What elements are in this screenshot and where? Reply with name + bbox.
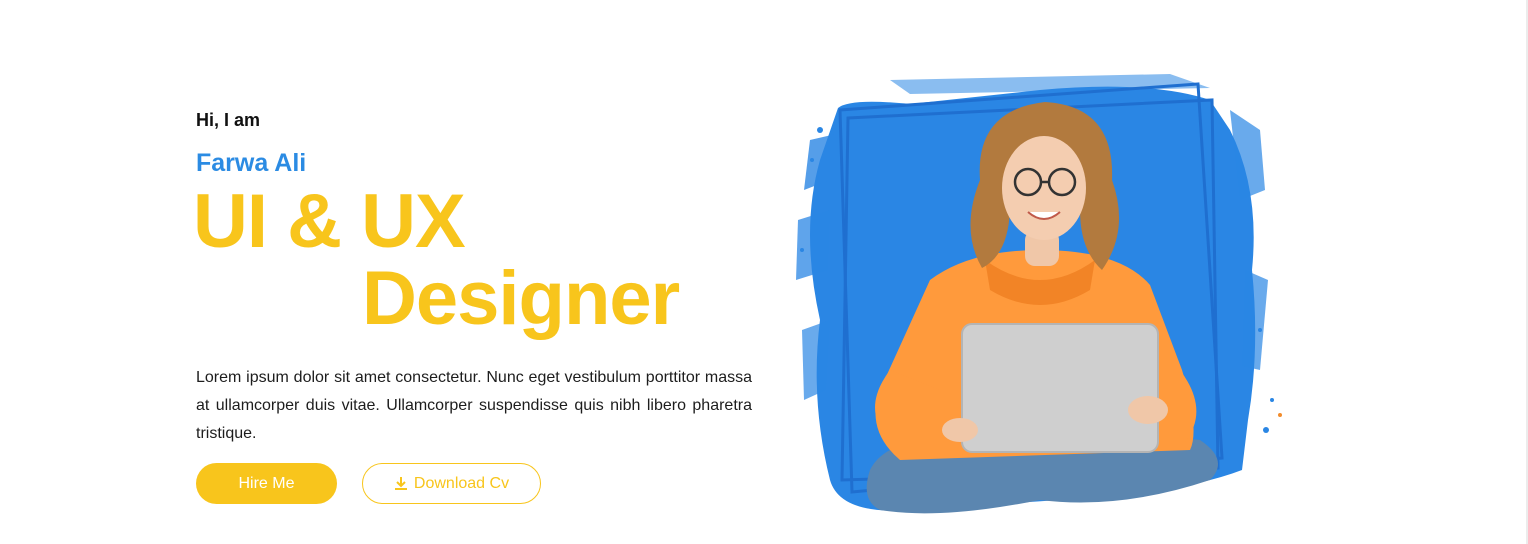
download-cv-label: Download Cv (413, 474, 510, 492)
role-title-line2: Designer (362, 256, 680, 341)
portrait-illustration (796, 74, 1282, 514)
download-cv-button[interactable]: Download Cv (362, 463, 541, 504)
greeting-text: Hi, I am (196, 110, 261, 130)
hero-portrait (790, 70, 1290, 530)
designer-name: Farwa Ali (196, 149, 307, 177)
role-title-line1: UI & UX (193, 179, 466, 264)
intro-description: Lorem ipsum dolor sit amet consectetur. … (196, 369, 752, 442)
download-icon (394, 476, 408, 491)
hire-me-label: Hire Me (238, 474, 295, 492)
hire-me-button[interactable]: Hire Me (196, 463, 337, 504)
